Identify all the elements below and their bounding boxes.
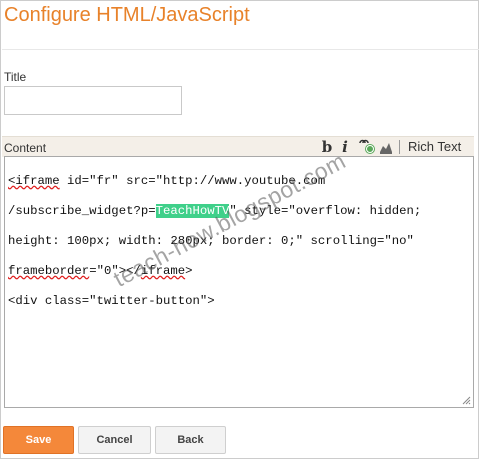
cancel-button[interactable]: Cancel: [78, 426, 151, 454]
image-icon[interactable]: [378, 138, 394, 156]
title-input[interactable]: [4, 86, 182, 115]
content-label: Content: [4, 141, 47, 155]
title-label: Title: [4, 70, 27, 84]
link-icon[interactable]: [357, 138, 377, 156]
code-line: height: 100px; width: 280px; border: 0;"…: [8, 234, 414, 248]
dialog-title: Configure HTML/JavaScript: [4, 4, 250, 26]
rich-text-toggle[interactable]: Rich Text: [408, 138, 461, 156]
widget-config-dialog: Configure HTML/JavaScript Title Content …: [0, 0, 479, 459]
save-button[interactable]: Save: [3, 426, 74, 454]
code-line: frameborder="0"></iframe>: [8, 264, 193, 278]
code-line: <div class="twitter-button">: [8, 294, 215, 308]
resize-handle-icon[interactable]: [461, 395, 471, 405]
code-content: <iframe id="fr" src="http://www.youtube.…: [8, 159, 470, 339]
content-textarea[interactable]: <iframe id="fr" src="http://www.youtube.…: [4, 156, 474, 408]
editor-toolbar: Content b i Rich Text: [2, 136, 474, 157]
title-divider: [2, 49, 479, 50]
code-line: <iframe id="fr" src="http://www.youtube.…: [8, 174, 326, 188]
toolbar-divider: [399, 140, 400, 154]
back-button[interactable]: Back: [155, 426, 226, 454]
